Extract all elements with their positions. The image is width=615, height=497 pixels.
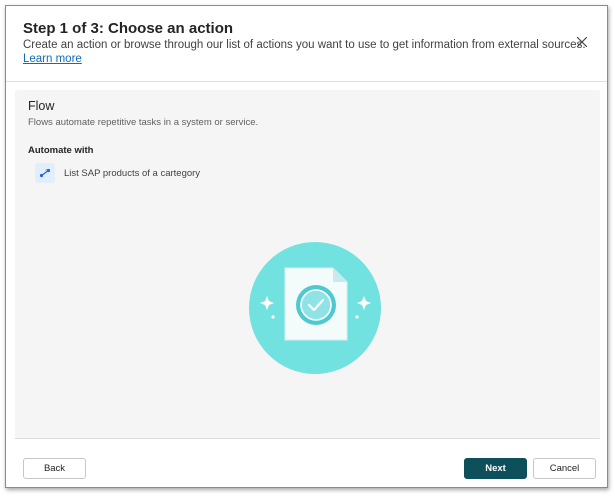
- flow-section: Flow Flows automate repetitive tasks in …: [15, 90, 600, 438]
- back-button[interactable]: Back: [23, 458, 86, 479]
- flow-item-label: List SAP products of a cartegory: [64, 167, 201, 179]
- choose-action-dialog: Step 1 of 3: Choose an action Create an …: [5, 5, 608, 488]
- document-check-icon: [249, 242, 381, 374]
- next-button[interactable]: Next: [464, 458, 527, 479]
- learn-more-link[interactable]: Learn more: [23, 53, 82, 65]
- close-icon: [576, 36, 588, 48]
- flow-illustration: [247, 240, 383, 376]
- dialog-header: Step 1 of 3: Choose an action Create an …: [6, 6, 607, 81]
- flow-icon: [35, 163, 55, 183]
- flow-item-list-sap-products[interactable]: List SAP products of a cartegory: [35, 162, 200, 184]
- automate-with-heading: Automate with: [28, 145, 94, 156]
- flow-section-title: Flow: [28, 99, 55, 113]
- flow-section-description: Flows automate repetitive tasks in a sys…: [28, 117, 259, 128]
- footer-divider: [15, 438, 600, 439]
- dialog-title: Step 1 of 3: Choose an action: [23, 20, 234, 37]
- header-divider: [6, 81, 607, 82]
- cancel-button[interactable]: Cancel: [533, 458, 596, 479]
- dialog-subtitle: Create an action or browse through our l…: [23, 39, 586, 51]
- close-button[interactable]: [574, 34, 590, 50]
